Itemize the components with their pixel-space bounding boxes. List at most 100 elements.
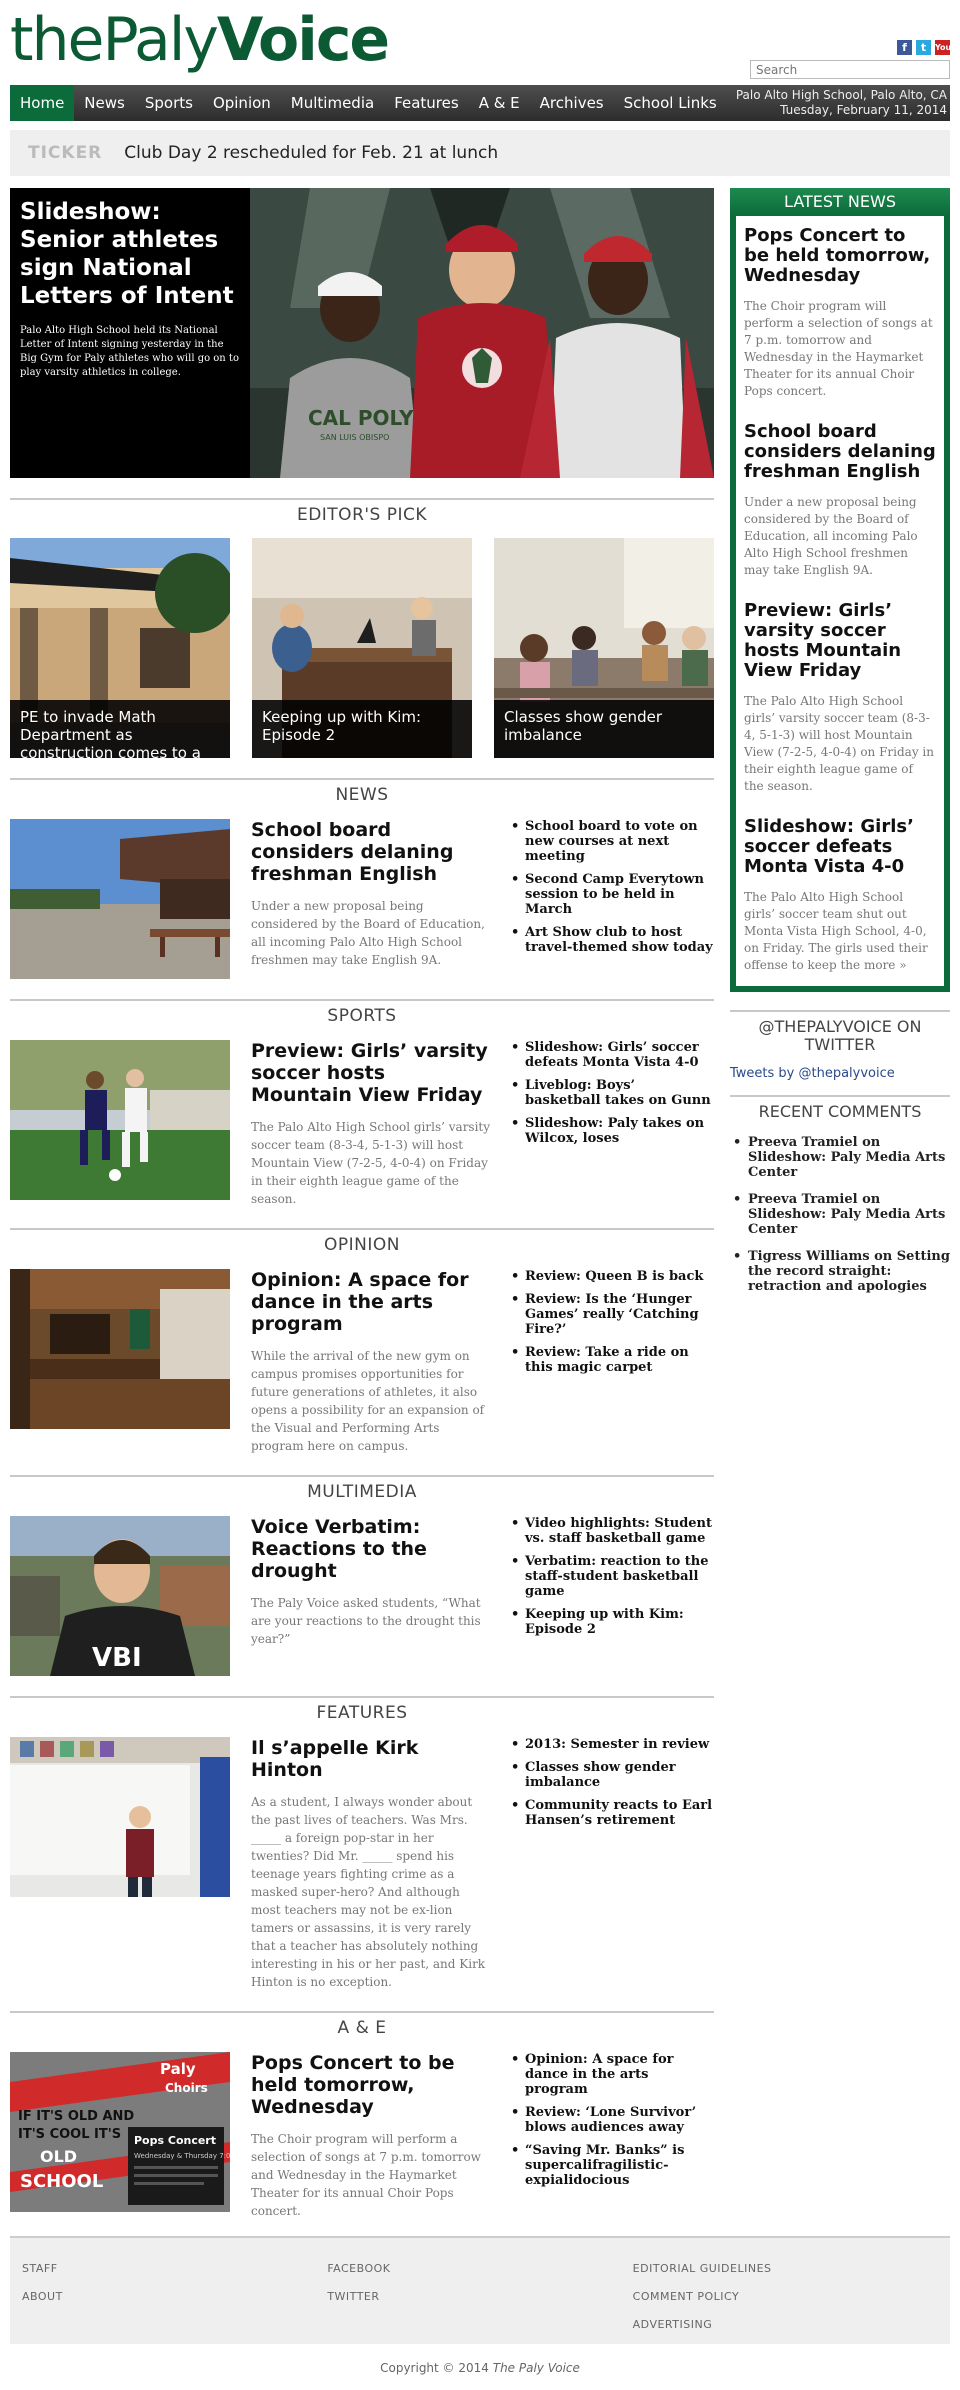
hero-image[interactable]: CAL POLY SAN LUIS OBISPO <box>250 188 714 478</box>
features-links: 2013: Semester in review Classes show ge… <box>511 1737 714 1991</box>
sports-link[interactable]: Slideshow: Girls’ soccer defeats Monta V… <box>511 1040 714 1070</box>
opinion-heading[interactable]: OPINION <box>10 1228 714 1255</box>
editors-pick-item[interactable]: Keeping up with Kim: Episode 2 <box>252 538 472 758</box>
more-link[interactable]: more » <box>864 958 907 972</box>
multimedia-image[interactable]: VBI <box>10 1516 230 1676</box>
hero-title[interactable]: Slideshow: Senior athletes sign National… <box>20 198 240 310</box>
opinion-photo-dance-room <box>10 1269 230 1429</box>
twitter-icon[interactable]: t <box>916 40 931 55</box>
latest-news-title[interactable]: School board considers delaning freshman… <box>744 422 936 482</box>
sports-link[interactable]: Liveblog: Boys’ basketball takes on Gunn <box>511 1078 714 1108</box>
features-heading[interactable]: FEATURES <box>10 1696 714 1723</box>
nav-item-home[interactable]: Home <box>10 85 75 121</box>
editors-pick-item[interactable]: PE to invade Math Department as construc… <box>10 538 230 758</box>
latest-news-title[interactable]: Pops Concert to be held tomorrow, Wednes… <box>744 226 936 286</box>
footer-link-facebook[interactable]: FACEBOOK <box>327 2262 632 2275</box>
nav-item-ae[interactable]: A & E <box>469 85 530 121</box>
main-nav: Home News Sports Opinion Multimedia Feat… <box>10 85 950 121</box>
multimedia-section: VBI Voice Verbatim: Reactions to the dro… <box>10 1516 714 1676</box>
latest-news-box: LATEST NEWS Pops Concert to be held tomo… <box>730 188 950 992</box>
recent-comment-item[interactable]: Preeva Tramiel on Slideshow: Paly Media … <box>730 1192 950 1237</box>
nav-item-opinion[interactable]: Opinion <box>203 85 281 121</box>
tweets-link[interactable]: Tweets by @thepalyvoice <box>730 1066 950 1081</box>
multimedia-shirt-text: VBI <box>92 1643 142 1673</box>
footer-link-comment-policy[interactable]: COMMENT POLICY <box>633 2290 938 2303</box>
features-link[interactable]: Classes show gender imbalance <box>511 1760 714 1790</box>
ae-link[interactable]: “Saving Mr. Banks” is supercalifragilist… <box>511 2143 714 2188</box>
opinion-link[interactable]: Review: Take a ride on this magic carpet <box>511 1345 714 1375</box>
features-title[interactable]: Il s’appelle Kirk Hinton <box>251 1737 491 1781</box>
news-heading[interactable]: NEWS <box>10 778 714 805</box>
sports-image[interactable] <box>10 1040 230 1200</box>
sports-story: Preview: Girls’ varsity soccer hosts Mou… <box>251 1040 491 1208</box>
features-link[interactable]: Community reacts to Earl Hansen’s retire… <box>511 1798 714 1828</box>
news-story: School board considers delaning freshman… <box>251 819 491 979</box>
news-link[interactable]: Art Show club to host travel-themed show… <box>511 925 714 955</box>
opinion-link[interactable]: Review: Queen B is back <box>511 1269 714 1284</box>
poster-paly: Paly <box>160 2060 196 2078</box>
ae-image[interactable]: Paly Choirs IF IT'S OLD AND IT'S COOL IT… <box>10 2052 230 2212</box>
opinion-story: Opinion: A space for dance in the arts p… <box>251 1269 491 1455</box>
current-date: Tuesday, February 11, 2014 <box>780 103 947 117</box>
facebook-icon[interactable]: f <box>897 40 912 55</box>
news-photo-courtyard <box>10 819 230 979</box>
multimedia-link[interactable]: Keeping up with Kim: Episode 2 <box>511 1607 714 1637</box>
opinion-link[interactable]: Review: Is the ‘Hunger Games’ really ‘Ca… <box>511 1292 714 1337</box>
search-input[interactable] <box>750 60 950 79</box>
nav-item-multimedia[interactable]: Multimedia <box>281 85 384 121</box>
editors-pick-heading: EDITOR'S PICK <box>10 498 714 525</box>
latest-news-title[interactable]: Preview: Girls’ varsity soccer hosts Mou… <box>744 601 936 681</box>
nav-item-archives[interactable]: Archives <box>530 85 614 121</box>
recent-comment-item[interactable]: Tigress Williams on Setting the record s… <box>730 1249 950 1294</box>
news-title[interactable]: School board considers delaning freshman… <box>251 819 491 885</box>
features-summary: As a student, I always wonder about the … <box>251 1795 486 1989</box>
footer-link-about[interactable]: ABOUT <box>22 2290 327 2303</box>
ae-heading[interactable]: A & E <box>10 2011 714 2038</box>
logo-text-thin: thePaly <box>10 5 219 75</box>
multimedia-heading[interactable]: MULTIMEDIA <box>10 1475 714 1502</box>
nav-item-news[interactable]: News <box>74 85 135 121</box>
footer-link-staff[interactable]: STAFF <box>22 2262 327 2275</box>
page: thePalyVoice f t You Home News Sports Op… <box>0 0 960 2390</box>
news-link[interactable]: Second Camp Everytown session to be held… <box>511 872 714 917</box>
poster-line4: SCHOOL <box>20 2171 103 2192</box>
features-photo-teacher <box>10 1737 230 1897</box>
footer-link-twitter[interactable]: TWITTER <box>327 2290 632 2303</box>
sports-title[interactable]: Preview: Girls’ varsity soccer hosts Mou… <box>251 1040 491 1106</box>
site-logo[interactable]: thePalyVoice <box>10 10 390 70</box>
poster-line2: IT'S COOL IT'S <box>18 2127 121 2142</box>
poster-line1: IF IT'S OLD AND <box>18 2109 134 2124</box>
nav-item-sports[interactable]: Sports <box>135 85 203 121</box>
multimedia-link[interactable]: Video highlights: Student vs. staff bask… <box>511 1516 714 1546</box>
sports-link[interactable]: Slideshow: Paly takes on Wilcox, loses <box>511 1116 714 1146</box>
news-image[interactable] <box>10 819 230 979</box>
opinion-section: Opinion: A space for dance in the arts p… <box>10 1269 714 1455</box>
hero-slideshow[interactable]: Slideshow: Senior athletes sign National… <box>10 188 714 478</box>
ticker-text[interactable]: Club Day 2 rescheduled for Feb. 21 at lu… <box>124 143 498 163</box>
recent-comments-list: Preeva Tramiel on Slideshow: Paly Media … <box>730 1135 950 1294</box>
multimedia-link[interactable]: Verbatim: reaction to the staff-student … <box>511 1554 714 1599</box>
sports-heading[interactable]: SPORTS <box>10 999 714 1026</box>
editors-pick-item[interactable]: Classes show gender imbalance <box>494 538 714 758</box>
opinion-title[interactable]: Opinion: A space for dance in the arts p… <box>251 1269 491 1335</box>
latest-news-title[interactable]: Slideshow: Girls’ soccer defeats Monta V… <box>744 817 936 877</box>
ae-links: Opinion: A space for dance in the arts p… <box>511 2052 714 2220</box>
footer-link-advertising[interactable]: ADVERTISING <box>633 2318 938 2331</box>
opinion-image[interactable] <box>10 1269 230 1429</box>
multimedia-title[interactable]: Voice Verbatim: Reactions to the drought <box>251 1516 491 1582</box>
site-header: thePalyVoice f t You <box>10 0 951 85</box>
footer-link-editorial-guidelines[interactable]: EDITORIAL GUIDELINES <box>633 2262 938 2275</box>
news-link[interactable]: School board to vote on new courses at n… <box>511 819 714 864</box>
nav-item-features[interactable]: Features <box>384 85 469 121</box>
features-link[interactable]: 2013: Semester in review <box>511 1737 714 1752</box>
poster-choirs: Choirs <box>165 2081 208 2095</box>
ae-section: Paly Choirs IF IT'S OLD AND IT'S COOL IT… <box>10 2052 714 2220</box>
youtube-icon[interactable]: You <box>935 40 951 55</box>
features-image[interactable] <box>10 1737 230 1897</box>
ae-link[interactable]: Review: ‘Lone Survivor’ blows audiences … <box>511 2105 714 2135</box>
ae-link[interactable]: Opinion: A space for dance in the arts p… <box>511 2052 714 2097</box>
ae-title[interactable]: Pops Concert to be held tomorrow, Wednes… <box>251 2052 491 2118</box>
nav-item-school-links[interactable]: School Links <box>614 85 727 121</box>
recent-comment-item[interactable]: Preeva Tramiel on Slideshow: Paly Media … <box>730 1135 950 1180</box>
hero-shirt-subtext: SAN LUIS OBISPO <box>320 433 389 442</box>
